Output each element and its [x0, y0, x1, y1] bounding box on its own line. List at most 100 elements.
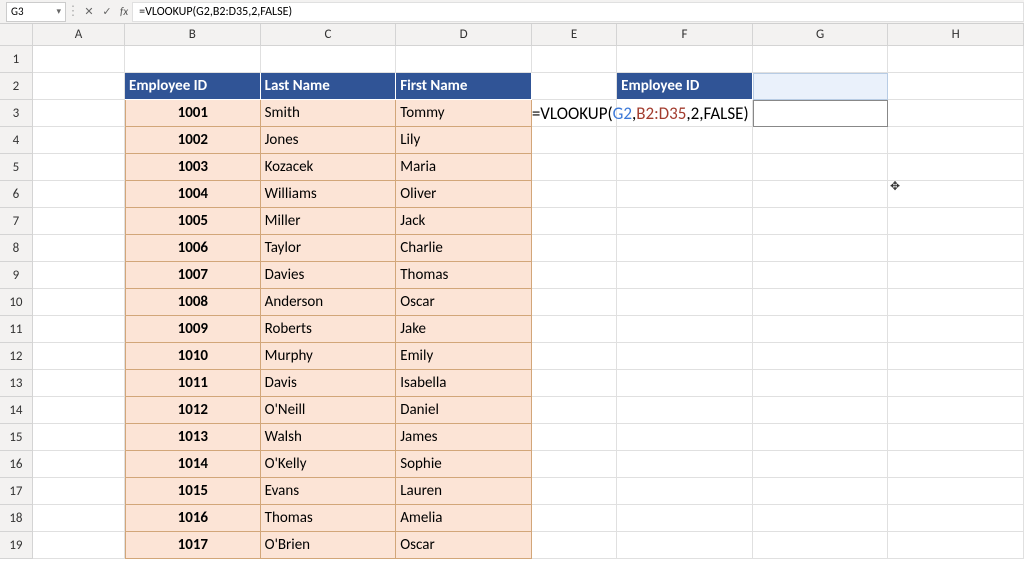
cell[interactable] — [261, 46, 397, 73]
cell[interactable] — [753, 235, 889, 262]
cell[interactable] — [888, 73, 1024, 100]
cell[interactable] — [33, 46, 125, 73]
cell[interactable] — [888, 181, 1024, 208]
col-header-A[interactable]: A — [33, 24, 125, 45]
lookup-header[interactable]: Employee ID — [617, 73, 753, 100]
lookup-input-cell[interactable] — [753, 73, 889, 100]
cell[interactable] — [753, 208, 889, 235]
cell[interactable] — [888, 424, 1024, 451]
cell[interactable] — [617, 262, 753, 289]
select-all-corner[interactable] — [0, 24, 33, 45]
cell[interactable] — [753, 424, 889, 451]
cell[interactable] — [617, 532, 753, 559]
cell-firstname[interactable]: Emily — [396, 343, 532, 370]
cell[interactable] — [532, 343, 617, 370]
row-header[interactable]: 4 — [0, 127, 33, 154]
cell-lastname[interactable]: Taylor — [261, 235, 397, 262]
cell[interactable] — [532, 451, 617, 478]
cell[interactable] — [33, 316, 125, 343]
cell-firstname[interactable]: Lily — [396, 127, 532, 154]
cell[interactable] — [753, 478, 889, 505]
col-header-B[interactable]: B — [125, 24, 261, 45]
cell[interactable] — [888, 262, 1024, 289]
row-header[interactable]: 9 — [0, 262, 33, 289]
cell[interactable] — [753, 451, 889, 478]
cell-lastname[interactable]: Walsh — [261, 424, 397, 451]
cell[interactable] — [617, 46, 753, 73]
cell-empid[interactable]: 1012 — [125, 397, 261, 424]
cell[interactable] — [888, 451, 1024, 478]
row-header[interactable]: 5 — [0, 154, 33, 181]
cell[interactable] — [888, 370, 1024, 397]
cell-firstname[interactable]: Amelia — [396, 505, 532, 532]
row-header[interactable]: 10 — [0, 289, 33, 316]
row-header[interactable]: 16 — [0, 451, 33, 478]
row-header[interactable]: 8 — [0, 235, 33, 262]
cell[interactable] — [33, 532, 125, 559]
table-header-lastname[interactable]: Last Name — [261, 73, 397, 100]
cell-empid[interactable]: 1009 — [125, 316, 261, 343]
cell[interactable] — [125, 46, 261, 73]
cell[interactable] — [617, 289, 753, 316]
cell-lastname[interactable]: Davies — [261, 262, 397, 289]
cell-empid[interactable]: 1016 — [125, 505, 261, 532]
cell-empid[interactable]: 1014 — [125, 451, 261, 478]
cell-empid[interactable]: 1008 — [125, 289, 261, 316]
cell-empid[interactable]: 1005 — [125, 208, 261, 235]
cell-empid[interactable]: 1003 — [125, 154, 261, 181]
cell-lastname[interactable]: Jones — [261, 127, 397, 154]
cell[interactable] — [888, 100, 1024, 127]
row-header[interactable]: 17 — [0, 478, 33, 505]
chevron-down-icon[interactable]: ▾ — [56, 6, 61, 17]
cell-empid[interactable]: 1010 — [125, 343, 261, 370]
cell[interactable] — [617, 370, 753, 397]
cell-lastname[interactable]: O'Kelly — [261, 451, 397, 478]
cell[interactable] — [617, 397, 753, 424]
cell[interactable] — [33, 478, 125, 505]
cell[interactable] — [888, 532, 1024, 559]
cell[interactable] — [617, 505, 753, 532]
cell[interactable] — [888, 235, 1024, 262]
row-header[interactable]: 12 — [0, 343, 33, 370]
cell[interactable] — [617, 154, 753, 181]
col-header-H[interactable]: H — [888, 24, 1024, 45]
cell[interactable] — [888, 343, 1024, 370]
formula-input[interactable]: =VLOOKUP(G2,B2:D35,2,FALSE) — [132, 2, 1024, 22]
cell[interactable] — [617, 316, 753, 343]
row-header[interactable]: 15 — [0, 424, 33, 451]
cell[interactable] — [33, 73, 125, 100]
cell[interactable] — [753, 505, 889, 532]
cell[interactable]: =VLOOKUP(G2,B2:D35,2,FALSE) — [532, 100, 617, 127]
row-header[interactable]: 7 — [0, 208, 33, 235]
cell[interactable] — [753, 262, 889, 289]
cell[interactable] — [888, 505, 1024, 532]
cell[interactable] — [532, 181, 617, 208]
cell-empid[interactable]: 1017 — [125, 532, 261, 559]
col-header-C[interactable]: C — [261, 24, 397, 45]
cell[interactable] — [33, 397, 125, 424]
cell[interactable] — [33, 181, 125, 208]
cell-lastname[interactable]: O'Brien — [261, 532, 397, 559]
row-header[interactable]: 19 — [0, 532, 33, 559]
cell[interactable] — [532, 46, 617, 73]
cancel-icon[interactable]: ✕ — [80, 5, 98, 18]
cell[interactable] — [753, 532, 889, 559]
cell[interactable] — [532, 208, 617, 235]
cell-firstname[interactable]: Jake — [396, 316, 532, 343]
cell[interactable] — [33, 424, 125, 451]
cell[interactable] — [753, 397, 889, 424]
cell[interactable] — [753, 154, 889, 181]
cell-lastname[interactable]: Thomas — [261, 505, 397, 532]
active-cell[interactable] — [753, 100, 889, 127]
cell-empid[interactable]: 1007 — [125, 262, 261, 289]
cell-lastname[interactable]: Kozacek — [261, 154, 397, 181]
cell[interactable] — [532, 316, 617, 343]
cell-lastname[interactable]: Evans — [261, 478, 397, 505]
cell-lastname[interactable]: Smith — [261, 100, 397, 127]
cell[interactable] — [33, 154, 125, 181]
cell-lastname[interactable]: Murphy — [261, 343, 397, 370]
row-header[interactable]: 13 — [0, 370, 33, 397]
cell[interactable] — [617, 451, 753, 478]
cell-empid[interactable]: 1006 — [125, 235, 261, 262]
cell[interactable] — [532, 73, 617, 100]
